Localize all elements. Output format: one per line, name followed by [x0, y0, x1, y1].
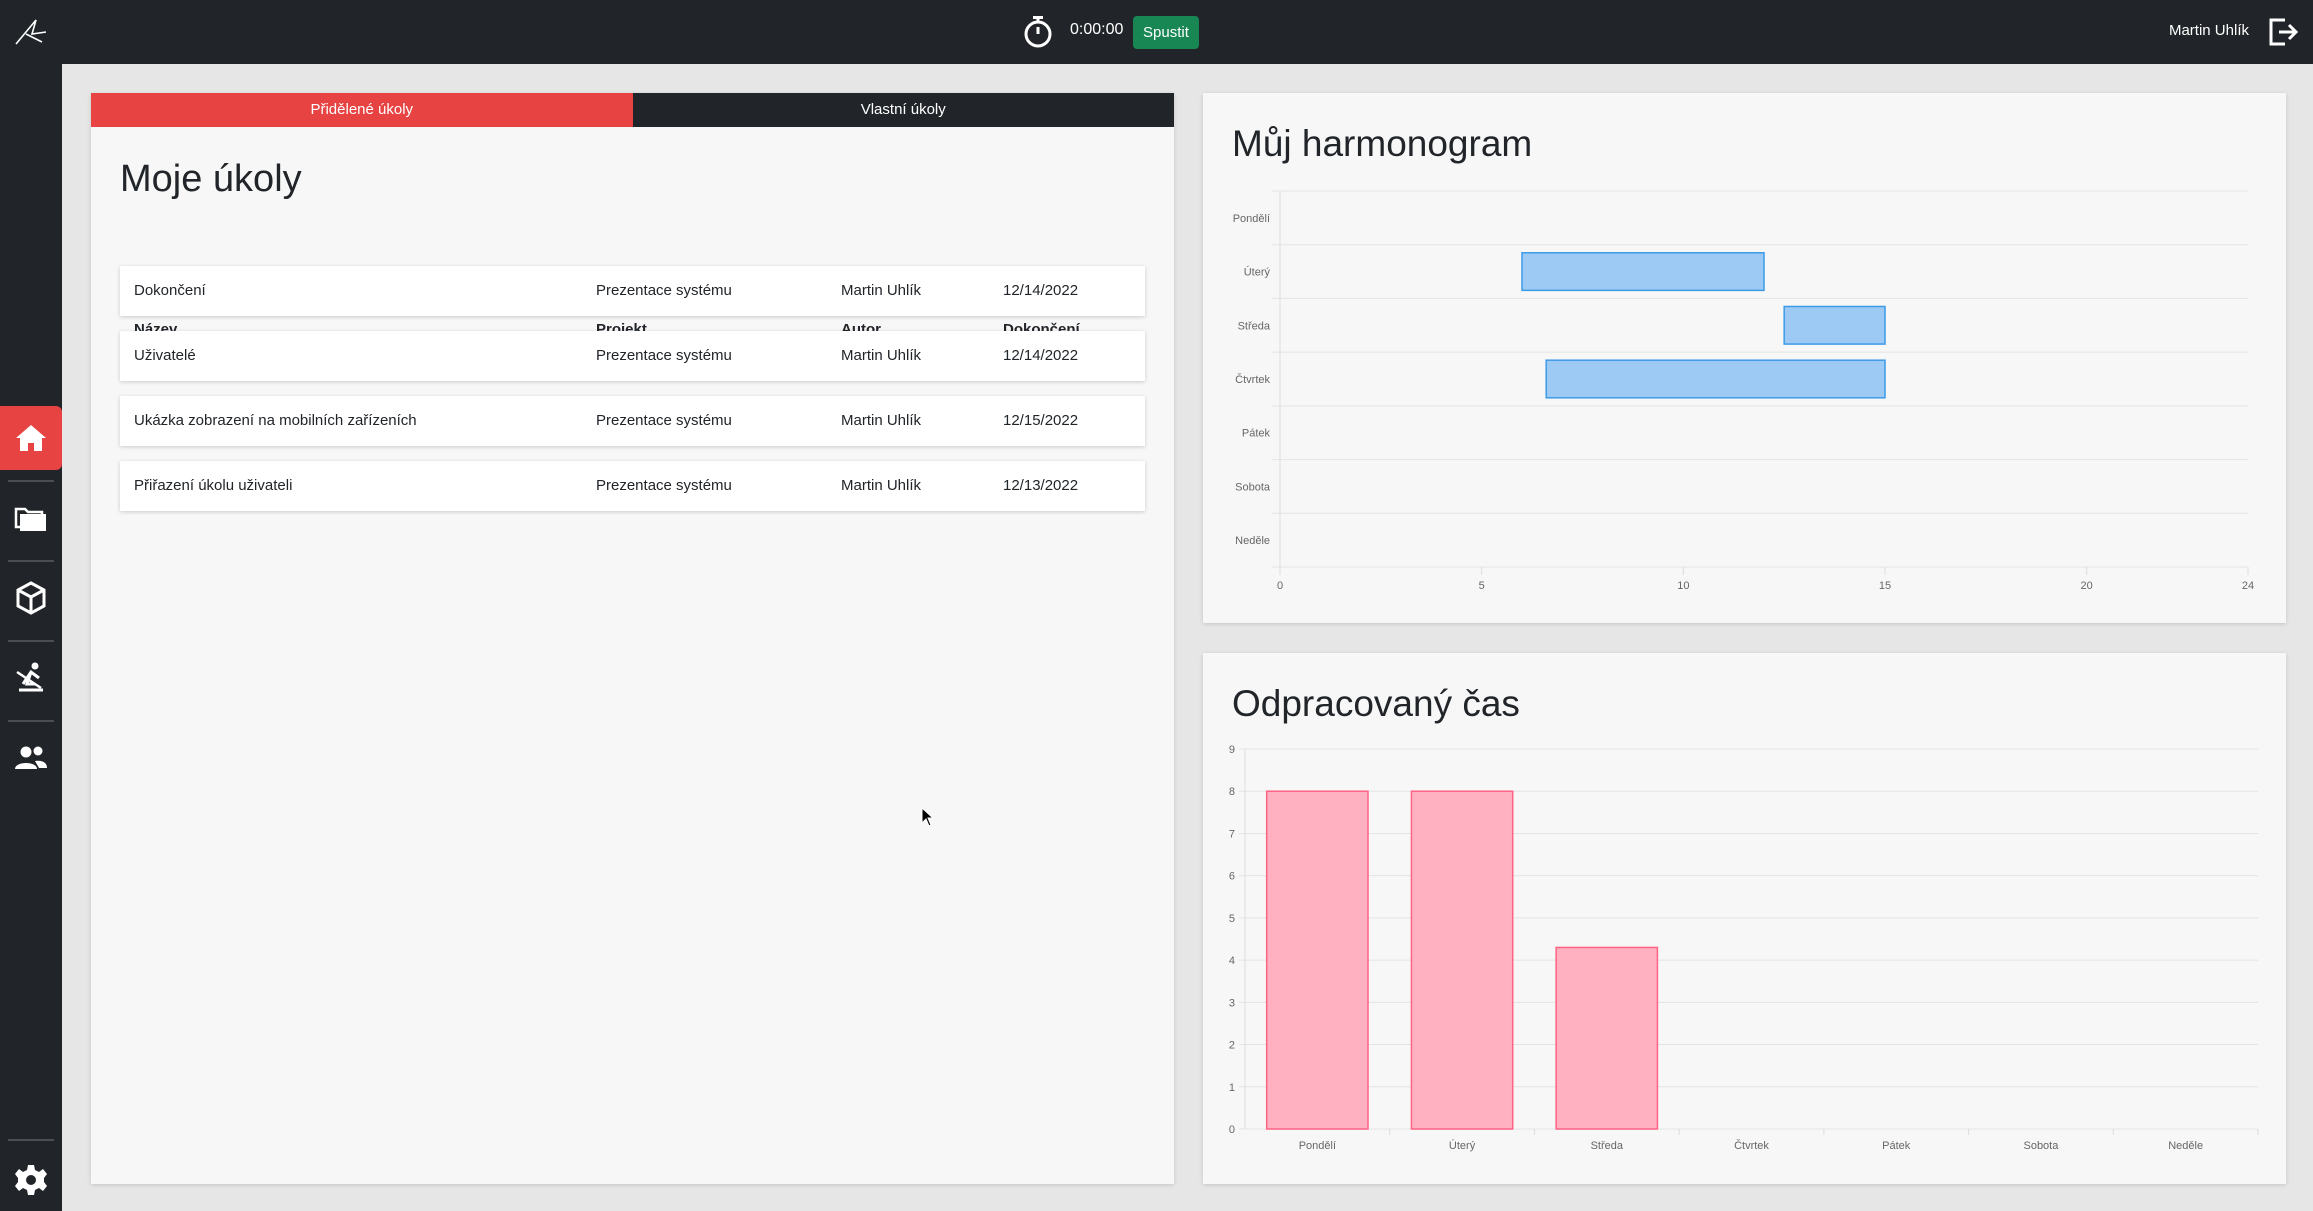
stopwatch-icon	[1024, 16, 1052, 48]
home-icon	[16, 425, 46, 451]
y-tick-label: Úterý	[1244, 266, 1271, 279]
task-author: Martin Uhlík	[841, 412, 922, 429]
y-tick-label: 7	[1229, 828, 1235, 840]
x-tick-label: 10	[1677, 580, 1689, 592]
tab-own-tasks[interactable]: Vlastní úkoly	[632, 93, 1174, 127]
task-project: Prezentace systému	[596, 347, 732, 364]
table-row[interactable]: Přiřazení úkolu uživateli Prezentace sys…	[120, 461, 1145, 511]
task-author: Martin Uhlík	[841, 477, 922, 494]
table-row[interactable]: Dokončení Prezentace systému Martin Uhlí…	[120, 266, 1145, 316]
tab-assigned-tasks[interactable]: Přidělené úkoly	[91, 93, 633, 127]
start-timer-button[interactable]: Spustit	[1133, 16, 1199, 49]
x-tick-label: Čtvrtek	[1734, 1139, 1769, 1152]
y-tick-label: 0	[1229, 1124, 1235, 1136]
gear-icon	[15, 1165, 47, 1195]
task-due-date: 12/13/2022	[1003, 477, 1079, 494]
sidebar-item-projects[interactable]	[0, 486, 62, 550]
x-tick-label: 0	[1277, 580, 1283, 592]
tasks-tabs: Přidělené úkoly Vlastní úkoly	[91, 93, 1174, 127]
mouse-cursor-icon	[921, 807, 935, 827]
task-due-date: 12/14/2022	[1003, 282, 1079, 299]
worked-time-bar	[1555, 946, 1659, 1130]
schedule-bar	[1545, 359, 1886, 399]
schedule-chart: 0 5 10 15 20 24 Pondělí Úterý Středa Čtvrtek Pátek…	[1233, 190, 2254, 592]
task-project: Prezentace systému	[596, 412, 732, 429]
task-due-date: 12/14/2022	[1003, 347, 1079, 364]
sidebar-divider	[8, 640, 54, 642]
task-due-date: 12/15/2022	[1003, 412, 1079, 429]
box-icon	[16, 581, 46, 615]
y-tick-label: Čtvrtek	[1235, 373, 1270, 386]
y-tick-label: Sobota	[1235, 481, 1271, 493]
schedule-bar	[1521, 252, 1765, 292]
table-row[interactable]: Uživatelé Prezentace systému Martin Uhlí…	[120, 331, 1145, 381]
sidebar-divider	[8, 1139, 54, 1141]
y-tick-label: Pátek	[1242, 428, 1271, 440]
timer-display: 0:00:00	[1070, 21, 1124, 38]
task-author: Martin Uhlík	[841, 347, 922, 364]
task-name: Ukázka zobrazení na mobilních zařízeních	[134, 412, 417, 429]
y-tick-label: 8	[1229, 786, 1235, 798]
y-tick-label: 3	[1229, 997, 1235, 1009]
x-tick-label: Úterý	[1449, 1139, 1476, 1152]
x-tick-label: Středa	[1591, 1140, 1624, 1152]
x-tick-label: 15	[1879, 580, 1891, 592]
sidebar-divider	[8, 480, 54, 482]
sidebar	[0, 64, 62, 1211]
sidebar-item-users[interactable]	[0, 726, 62, 790]
x-tick-label: 24	[2242, 580, 2254, 592]
sidebar-item-packages[interactable]	[0, 566, 62, 630]
sidebar-divider	[8, 720, 54, 722]
table-row[interactable]: Ukázka zobrazení na mobilních zařízeních…	[120, 396, 1145, 446]
top-bar: 0:00:00 Spustit Martin Uhlík	[0, 0, 2313, 64]
task-name: Přiřazení úkolu uživateli	[134, 477, 293, 494]
y-tick-label: Pondělí	[1233, 213, 1270, 225]
worked-time-panel: Odpracovaný čas 0 1 2 3 4 5 6 7 8 9 Pondělí Úterý St…	[1203, 653, 2286, 1184]
y-tick-label: 9	[1229, 744, 1235, 756]
app-logo[interactable]	[12, 14, 50, 50]
y-tick-label: Neděle	[1235, 535, 1270, 547]
user-name[interactable]: Martin Uhlík	[2169, 22, 2249, 39]
x-tick-label: Neděle	[2168, 1140, 2203, 1152]
sidebar-item-home[interactable]	[0, 406, 62, 470]
y-tick-label: 6	[1229, 871, 1235, 883]
y-tick-label: 1	[1229, 1082, 1235, 1094]
task-project: Prezentace systému	[596, 477, 732, 494]
sidebar-item-activities[interactable]	[0, 646, 62, 710]
y-tick-label: Středa	[1238, 320, 1271, 332]
x-tick-label: Pátek	[1882, 1140, 1911, 1152]
task-project: Prezentace systému	[596, 282, 732, 299]
task-name: Uživatelé	[134, 347, 196, 364]
sidebar-item-settings[interactable]	[0, 1148, 62, 1211]
y-tick-label: 2	[1229, 1040, 1235, 1052]
worked-time-chart: 0 1 2 3 4 5 6 7 8 9 Pondělí Úterý Středa Čtvrtek Pátek…	[1229, 744, 2259, 1152]
x-tick-label: Sobota	[2023, 1140, 2059, 1152]
x-tick-label: 5	[1479, 580, 1485, 592]
worked-time-bar	[1265, 790, 1369, 1130]
y-tick-label: 5	[1229, 913, 1235, 925]
schedule-bar	[1783, 305, 1886, 345]
x-tick-label: Pondělí	[1299, 1140, 1336, 1152]
y-tick-label: 4	[1229, 955, 1235, 967]
x-tick-label: 20	[2081, 580, 2093, 592]
logout-icon[interactable]	[2265, 14, 2299, 50]
sidebar-divider	[8, 560, 54, 562]
folder-icon	[14, 507, 46, 531]
users-icon	[15, 746, 47, 769]
task-name: Dokončení	[134, 282, 206, 299]
task-author: Martin Uhlík	[841, 282, 922, 299]
schedule-panel: Můj harmonogram 0 5 10 15 20 24 Pondělí Úterý St…	[1203, 93, 2286, 623]
worked-time-bar	[1410, 790, 1514, 1130]
page-title: Moje úkoly	[120, 158, 302, 200]
rowing-icon	[16, 662, 43, 692]
tasks-panel: Přidělené úkoly Vlastní úkoly Moje úkoly…	[91, 93, 1174, 1184]
